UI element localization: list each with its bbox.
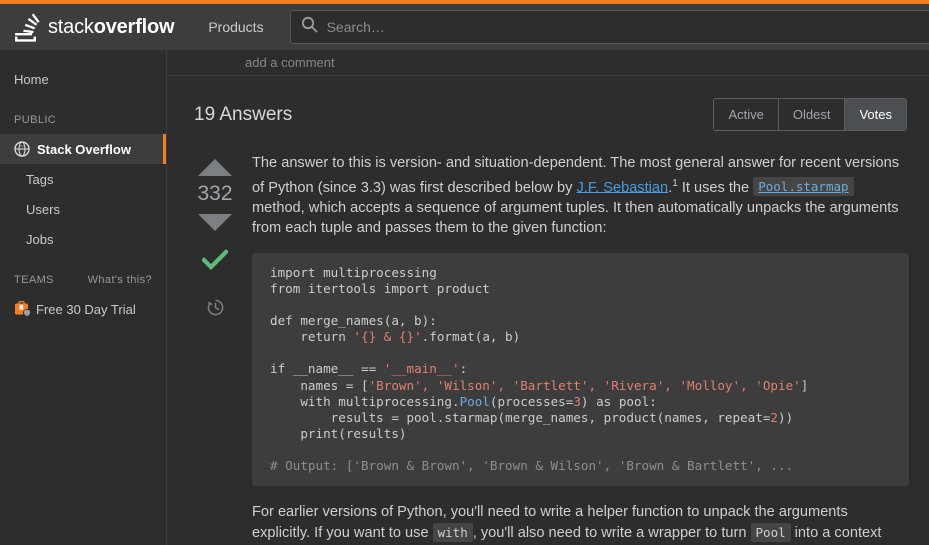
logo-wordmark: stackoverflow [48, 15, 175, 39]
code-line-7-string: '__main__' [383, 361, 460, 377]
search-placeholder: Search… [326, 19, 385, 35]
sidebar-item-label: Jobs [26, 231, 54, 247]
code-line-4: def merge_names(a, b): [270, 313, 437, 329]
code-line-8-strings: 'Brown', 'Wilson', 'Bartlett', 'Rivera',… [368, 377, 801, 393]
inline-code-pool-starmap[interactable]: Pool.starmap [753, 177, 854, 197]
sidebar-item-jobs[interactable]: Jobs [0, 224, 166, 254]
sidebar-heading-public: PUBLIC [0, 106, 166, 134]
vote-count: 332 [197, 182, 233, 205]
sidebar-heading-label: PUBLIC [14, 114, 57, 126]
code-line-7b: : [459, 361, 468, 377]
inline-code-with: with [432, 522, 473, 542]
sidebar-item-free-trial[interactable]: Free 30 Day Trial [0, 294, 166, 324]
comments-footer: add a comment [167, 50, 929, 76]
stack-overflow-page: stackoverflow Products Search… Home PUBL… [0, 0, 929, 545]
logo-text-bold: overflow [93, 15, 175, 38]
code-line-10a: results = pool.starmap(merge_names, prod… [270, 409, 771, 425]
sidebar-item-stack-overflow[interactable]: Stack Overflow [0, 134, 166, 164]
code-line-9-number: 3 [573, 393, 581, 409]
code-line-5-string: '{} & {}' [353, 329, 422, 345]
sidebar-item-label: Home [14, 71, 49, 87]
code-line-1: import multiprocessing [270, 264, 437, 280]
para1-part4: method, which accepts a sequence of argu… [252, 199, 899, 237]
user-link-jf-sebastian[interactable]: J.F. Sebastian [576, 179, 668, 195]
search-area: Search… [282, 10, 929, 44]
answer-item: 332 The answer to this is version- and s… [167, 131, 929, 545]
inline-code-pool: Pool [750, 522, 791, 542]
code-line-5a: return [270, 329, 354, 345]
sidebar-heading-label: TEAMS [14, 274, 54, 286]
code-line-9b: (processes= [489, 393, 574, 409]
answer-paragraph-2: For earlier versions of Python, you'll n… [252, 502, 909, 545]
tab-active[interactable]: Active [714, 99, 779, 130]
logo-text-light: stack [48, 15, 94, 38]
code-line-10-number: 2 [770, 409, 779, 425]
code-line-8a: names = [ [270, 377, 369, 393]
code-line-13-comment: # Output: ['Brown & Brown', 'Brown & Wil… [270, 457, 794, 473]
logo-home-link[interactable]: stackoverflow [0, 4, 190, 50]
sidebar-item-home[interactable]: Home [0, 64, 166, 94]
vote-cell: 332 [189, 149, 241, 545]
answer-body: The answer to this is version- and situa… [241, 149, 909, 545]
tab-oldest[interactable]: Oldest [778, 99, 846, 130]
nav-products[interactable]: Products [190, 4, 281, 50]
code-block-python: import multiprocessing from itertools im… [252, 252, 909, 487]
sidebar-item-label: Users [26, 201, 60, 217]
arrow-up-icon[interactable] [198, 159, 232, 176]
sidebar-heading-teams: TEAMS What's this? [0, 266, 166, 294]
sidebar-item-label: Stack Overflow [37, 141, 131, 157]
answer-paragraph-1: The answer to this is version- and situa… [252, 153, 909, 239]
answers-count-title: 19 Answers [194, 103, 293, 125]
sidebar-item-label: Free 30 Day Trial [36, 301, 136, 317]
answers-header: 19 Answers Active Oldest Votes [167, 76, 929, 131]
code-line-8b: ] [800, 377, 809, 393]
para1-part3: It uses the [677, 179, 754, 196]
clock-history-icon[interactable] [206, 298, 225, 322]
left-sidebar: Home PUBLIC Stack Overflow Tags Users Jo… [0, 50, 167, 545]
tab-votes[interactable]: Votes [845, 99, 906, 130]
sidebar-item-users[interactable]: Users [0, 194, 166, 224]
code-line-7a: if __name__ == [270, 361, 384, 377]
briefcase-shield-icon [14, 300, 32, 318]
search-input[interactable]: Search… [289, 10, 929, 44]
teams-whats-this-link[interactable]: What's this? [88, 274, 152, 286]
globe-icon [14, 141, 30, 157]
sidebar-item-tags[interactable]: Tags [0, 164, 166, 194]
site-header: stackoverflow Products Search… [0, 4, 929, 50]
code-line-9c: ) as pool: [580, 393, 657, 409]
search-icon [301, 16, 318, 38]
answer-sort-tabs: Active Oldest Votes [713, 98, 907, 131]
code-line-11: print(results) [270, 425, 407, 441]
code-line-9-class: Pool [459, 393, 490, 409]
arrow-down-icon[interactable] [198, 214, 232, 231]
sidebar-item-label: Tags [26, 171, 54, 187]
stack-overflow-logo-icon [14, 12, 40, 42]
para2-part2: , you'll also need to write a wrapper to… [472, 524, 751, 541]
code-line-9a: with multiprocessing. [270, 393, 460, 409]
code-line-5b: .format(a, b) [421, 329, 521, 345]
add-a-comment-link[interactable]: add a comment [245, 55, 335, 70]
main-content: add a comment 19 Answers Active Oldest V… [167, 50, 929, 545]
checkmark-icon [201, 249, 229, 276]
code-line-10b: )) [778, 409, 794, 425]
code-line-2: from itertools import product [270, 280, 490, 296]
